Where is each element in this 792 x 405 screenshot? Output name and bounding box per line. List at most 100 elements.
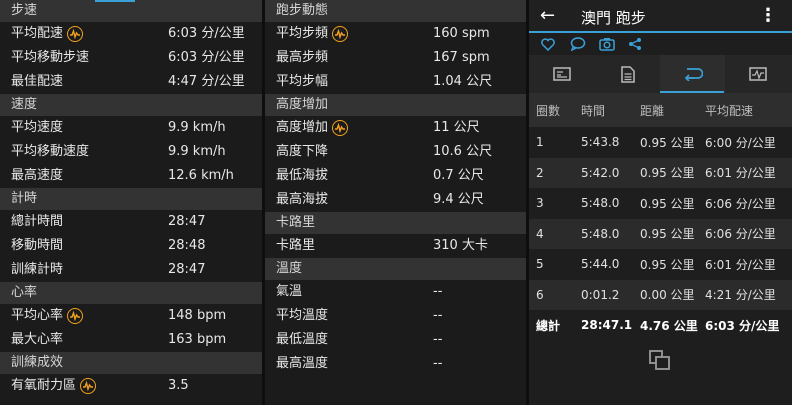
stat-row: 最低溫度 --: [265, 328, 526, 352]
summary-tab-icon[interactable]: [529, 55, 594, 93]
top-accent-line: [95, 0, 135, 2]
lap-row[interactable]: 5 5:44.0 0.95 公里 6:01 分/公里: [529, 249, 792, 280]
stat-label: 平均移動步速: [11, 50, 90, 65]
lap-row[interactable]: 4 5:48.0 0.95 公里 6:06 分/公里: [529, 218, 792, 249]
col-header-time: 時間: [581, 103, 606, 118]
lap-row[interactable]: 6 0:01.2 0.00 公里 4:21 分/公里: [529, 279, 792, 310]
stat-label-group: 高度下降: [276, 140, 328, 164]
stat-value: 9.9 km/h: [168, 120, 226, 135]
stat-label-group: 最高海拔: [276, 188, 328, 212]
stats-panel-left: 步速 平均配速 6:03 分/公里 平均移動步速 6:03 分/公里 最佳配速 4:47 分…: [0, 0, 262, 405]
stat-label: 高度下降: [276, 144, 329, 159]
total-time: 28:47.1: [581, 318, 633, 332]
stat-row: 平均速度 9.9 km/h: [0, 116, 262, 140]
section-header: 步速: [0, 0, 262, 22]
stat-label-group: 最大心率: [11, 328, 63, 352]
stat-value: 10.6 公尺: [433, 144, 493, 159]
details-tab-icon[interactable]: [595, 55, 660, 93]
stat-label-group: 平均移動速度: [11, 140, 89, 164]
section-header: 卡路里: [265, 212, 526, 234]
chart-tab-icon[interactable]: [725, 55, 790, 93]
stat-row: 氣溫 --: [265, 280, 526, 304]
stat-row: 最低海拔 0.7 公尺: [265, 164, 526, 188]
lap-avg-pace: 6:00 分/公里: [705, 135, 776, 150]
stat-label: 最低溫度: [276, 332, 329, 347]
stat-value: 28:47: [168, 262, 206, 277]
stat-row: 訓練計時 28:47: [0, 258, 262, 282]
stat-row: 總計時間 28:47: [0, 210, 262, 234]
stat-label: 最佳配速: [11, 74, 64, 89]
training-wave-icon: [80, 378, 97, 394]
app-bar: ← 澳門 跑步 ⋮: [529, 0, 792, 33]
share-icon[interactable]: [628, 36, 642, 55]
camera-icon[interactable]: [599, 36, 615, 55]
stat-value: 160 spm: [433, 26, 490, 41]
section-header: 溫度: [265, 258, 526, 280]
lap-number: 2: [536, 165, 544, 180]
pace-wave-icon: [67, 26, 84, 42]
stat-row: 最高溫度 --: [265, 352, 526, 376]
stat-value: 0.7 公尺: [433, 168, 484, 183]
stat-label: 有氧耐力區: [11, 378, 77, 393]
stat-value: --: [433, 332, 443, 347]
lap-number: 5: [536, 257, 544, 272]
lap-avg-pace: 6:06 分/公里: [705, 196, 776, 211]
elevation-wave-icon: [332, 120, 349, 136]
col-header-distance: 距離: [640, 103, 665, 118]
stat-label-group: 最高速度: [11, 164, 63, 188]
comment-icon[interactable]: [570, 36, 586, 55]
stat-label-group: 平均步頻: [276, 22, 349, 46]
lap-total-row: 總計 28:47.1 4.76 公里 6:03 分/公里: [529, 310, 792, 340]
stat-value: 148 bpm: [168, 308, 227, 323]
arrow-left-icon[interactable]: ←: [540, 5, 555, 26]
stat-label: 最高步頻: [276, 50, 329, 65]
stat-value: --: [433, 308, 443, 323]
stat-value: 167 spm: [433, 50, 490, 65]
lap-number: 4: [536, 226, 544, 241]
section-header: 速度: [0, 94, 262, 116]
stat-label-group: 最佳配速: [11, 70, 63, 94]
stat-row: 平均心率 148 bpm: [0, 304, 262, 328]
stat-label-group: 訓練計時: [11, 258, 63, 282]
stat-row: 最高速度 12.6 km/h: [0, 164, 262, 188]
copy-icon[interactable]: [649, 350, 671, 374]
lap-row[interactable]: 3 5:48.0 0.95 公里 6:06 分/公里: [529, 188, 792, 219]
activity-title: 澳門 跑步: [581, 9, 646, 27]
section-header: 高度增加: [265, 94, 526, 116]
lap-row[interactable]: 2 5:42.0 0.95 公里 6:01 分/公里: [529, 157, 792, 188]
total-distance: 4.76 公里: [640, 318, 698, 333]
stat-value: 9.9 km/h: [168, 144, 226, 159]
lap-row[interactable]: 1 5:43.8 0.95 公里 6:00 分/公里: [529, 127, 792, 158]
stat-label-group: 有氧耐力區: [11, 374, 97, 398]
stat-value: 6:03 分/公里: [168, 26, 245, 41]
laps-panel: ← 澳門 跑步 ⋮ 圈數 時間 距離 平均配速 1 5:43.8 0.95 公里…: [529, 0, 792, 405]
lap-time: 0:01.2: [581, 287, 620, 302]
stat-row: 卡路里 310 大卡: [265, 234, 526, 258]
stat-label: 高度增加: [276, 120, 329, 135]
lap-number: 1: [536, 135, 544, 150]
stat-label-group: 總計時間: [11, 210, 63, 234]
lap-number: 3: [536, 196, 544, 211]
heart-wave-icon: [67, 308, 84, 324]
lap-time: 5:48.0: [581, 226, 620, 241]
stat-label: 平均溫度: [276, 308, 329, 323]
col-header-avg-pace: 平均配速: [705, 103, 754, 118]
lap-time: 5:44.0: [581, 257, 620, 272]
stat-label-group: 平均移動步速: [11, 46, 89, 70]
stat-label-group: 平均步幅: [276, 70, 328, 94]
stat-row: 高度增加 11 公尺: [265, 116, 526, 140]
laps-tab-icon[interactable]: [660, 55, 725, 93]
stat-label: 總計時間: [11, 214, 64, 229]
lap-distance: 0.95 公里: [640, 166, 695, 181]
stat-value: 310 大卡: [433, 238, 488, 253]
more-vert-icon[interactable]: ⋮: [759, 5, 777, 26]
stat-row: 平均溫度 --: [265, 304, 526, 328]
stat-label-group: 高度增加: [276, 116, 349, 140]
lap-distance: 0.00 公里: [640, 288, 695, 303]
stat-label-group: 平均心率: [11, 304, 84, 328]
stat-value: 28:47: [168, 214, 206, 229]
stat-label: 最高海拔: [276, 192, 329, 207]
stat-value: 12.6 km/h: [168, 168, 234, 183]
lap-avg-pace: 4:21 分/公里: [705, 288, 776, 303]
heart-icon[interactable]: [541, 36, 555, 55]
